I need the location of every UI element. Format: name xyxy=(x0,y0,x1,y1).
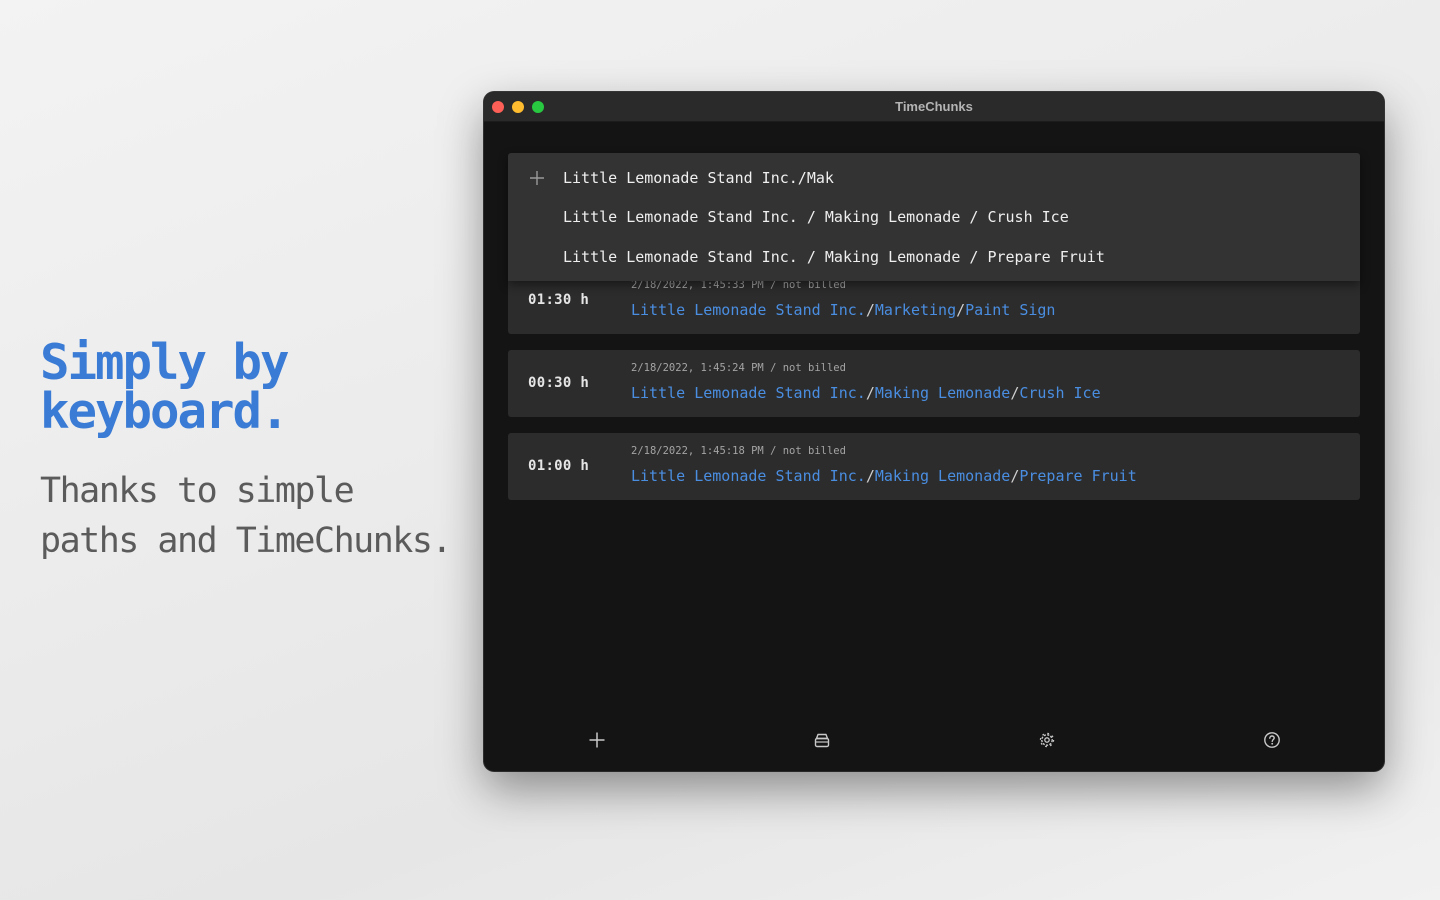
entry-meta: 2/18/2022, 1:45:18 PM / not billed xyxy=(631,445,846,457)
path-segment-client[interactable]: Little Lemonade Stand Inc. xyxy=(631,301,866,319)
settings-button[interactable] xyxy=(1034,727,1060,753)
suggestion-item[interactable]: Little Lemonade Stand Inc. / Making Lemo… xyxy=(563,242,1343,272)
app-window: TimeChunks Little Lemonade Stand Inc. / … xyxy=(484,92,1384,771)
entry-duration: 00:30 h xyxy=(528,375,590,391)
path-separator: / xyxy=(865,467,875,485)
archive-icon xyxy=(814,733,830,748)
help-button[interactable] xyxy=(1259,727,1285,753)
path-segment-task[interactable]: Paint Sign xyxy=(965,301,1055,319)
time-entry[interactable]: 01:00 h 2/18/2022, 1:45:18 PM / not bill… xyxy=(508,433,1360,500)
path-segment-project[interactable]: Marketing xyxy=(875,301,956,319)
plus-icon xyxy=(589,732,605,748)
autocomplete-panel: Little Lemonade Stand Inc. / Making Lemo… xyxy=(508,153,1360,281)
plus-icon xyxy=(530,171,544,185)
path-separator: / xyxy=(865,384,875,402)
path-separator: / xyxy=(956,301,966,319)
title-bar: TimeChunks xyxy=(484,92,1384,122)
path-separator: / xyxy=(1010,467,1020,485)
bottom-toolbar xyxy=(484,709,1384,771)
hero-title: Simply by keyboard. xyxy=(40,334,290,440)
entry-path: Little Lemonade Stand Inc./Making Lemona… xyxy=(631,384,1101,402)
path-segment-task[interactable]: Prepare Fruit xyxy=(1019,467,1136,485)
hero: Simply by keyboard. Thanks to simple pat… xyxy=(40,338,470,566)
entry-path: Little Lemonade Stand Inc./Making Lemona… xyxy=(631,467,1137,485)
path-segment-project[interactable]: Making Lemonade xyxy=(875,467,1010,485)
path-separator: / xyxy=(1010,384,1020,402)
path-input-row xyxy=(508,163,1360,193)
entry-duration: 01:00 h xyxy=(528,458,590,474)
entry-path: Little Lemonade Stand Inc./Marketing/Pai… xyxy=(631,301,1055,319)
path-segment-task[interactable]: Crush Ice xyxy=(1019,384,1100,402)
add-entry-button[interactable] xyxy=(584,727,610,753)
time-entry[interactable]: 00:30 h 2/18/2022, 1:45:24 PM / not bill… xyxy=(508,350,1360,417)
help-icon xyxy=(1264,732,1280,748)
path-separator: / xyxy=(865,301,875,319)
path-segment-client[interactable]: Little Lemonade Stand Inc. xyxy=(631,384,866,402)
path-segment-client[interactable]: Little Lemonade Stand Inc. xyxy=(631,467,866,485)
archive-button[interactable] xyxy=(809,727,835,753)
hero-subtitle: Thanks to simple paths and TimeChunks. xyxy=(40,471,453,561)
path-segment-project[interactable]: Making Lemonade xyxy=(875,384,1010,402)
suggestion-item[interactable]: Little Lemonade Stand Inc. / Making Lemo… xyxy=(563,202,1343,232)
gear-icon xyxy=(1039,732,1055,748)
path-input[interactable] xyxy=(563,163,1343,193)
entry-meta: 2/18/2022, 1:45:24 PM / not billed xyxy=(631,362,846,374)
window-title: TimeChunks xyxy=(895,99,973,114)
